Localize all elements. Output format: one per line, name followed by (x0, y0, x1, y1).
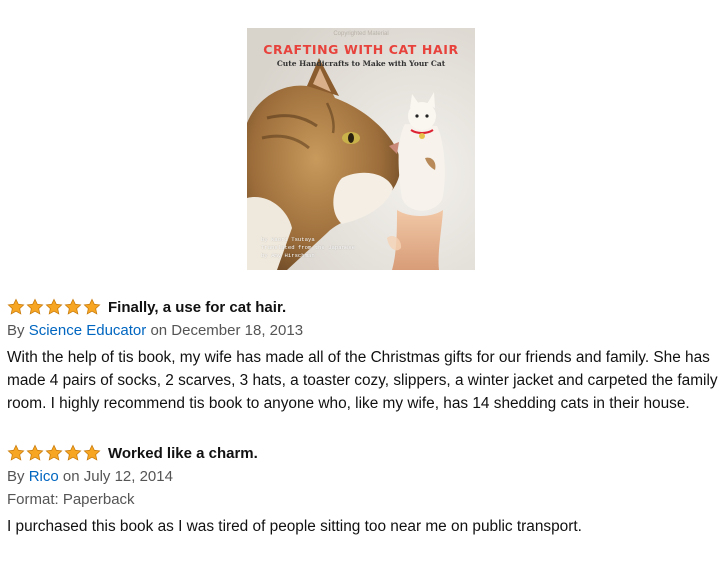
review-date: on December 18, 2013 (150, 322, 304, 339)
review-body: I purchased this book as I was tired of … (7, 518, 582, 535)
review-body: With the help of tis book, my wife has m… (7, 349, 718, 412)
star-icon (26, 298, 44, 315)
review-byline: By Rico on July 12, 2014 (7, 468, 719, 485)
review-card: Worked like a charm. By Rico on July 12,… (7, 442, 719, 538)
cover-credit-line: by Kaori Tsutaya (261, 236, 315, 243)
star-icon (83, 298, 101, 315)
star-icon (64, 444, 82, 461)
book-cover[interactable]: Copyrighted Material CRAFTING WITH CAT H… (247, 28, 475, 270)
cover-credits: by Kaori Tsutaya Translated from the Jap… (261, 236, 371, 259)
author-link[interactable]: Rico (29, 468, 59, 485)
review-title[interactable]: Worked like a charm. (108, 445, 258, 462)
star-icon (45, 444, 63, 461)
star-icon (7, 298, 25, 315)
author-link[interactable]: Science Educator (29, 322, 147, 339)
cover-credit-line: Translated from the Japanese (261, 243, 355, 251)
review-date: on July 12, 2014 (62, 468, 173, 485)
review-header: Worked like a charm. (7, 442, 719, 464)
review-format: Format: Paperback (7, 491, 135, 508)
star-rating[interactable] (7, 298, 101, 316)
review-byline: By Science Educator on December 18, 2013 (7, 322, 719, 339)
star-icon (83, 444, 101, 461)
cover-title: CRAFTING WITH CAT HAIR (263, 42, 459, 57)
star-icon (7, 444, 25, 461)
by-prefix: By (7, 468, 25, 485)
by-prefix: By (7, 322, 25, 339)
cover-subtitle: Cute Handicrafts to Make with Your Cat (276, 59, 446, 68)
star-icon (64, 298, 82, 315)
star-icon (26, 444, 44, 461)
cover-credit-line: by Amy Hirschman (261, 251, 315, 259)
review-card: Finally, a use for cat hair. By Science … (7, 296, 719, 415)
review-title[interactable]: Finally, a use for cat hair. (108, 299, 286, 316)
star-rating[interactable] (7, 444, 101, 462)
star-icon (45, 298, 63, 315)
review-header: Finally, a use for cat hair. (7, 296, 719, 318)
cover-copyright-mark: Copyrighted Material (333, 31, 389, 37)
